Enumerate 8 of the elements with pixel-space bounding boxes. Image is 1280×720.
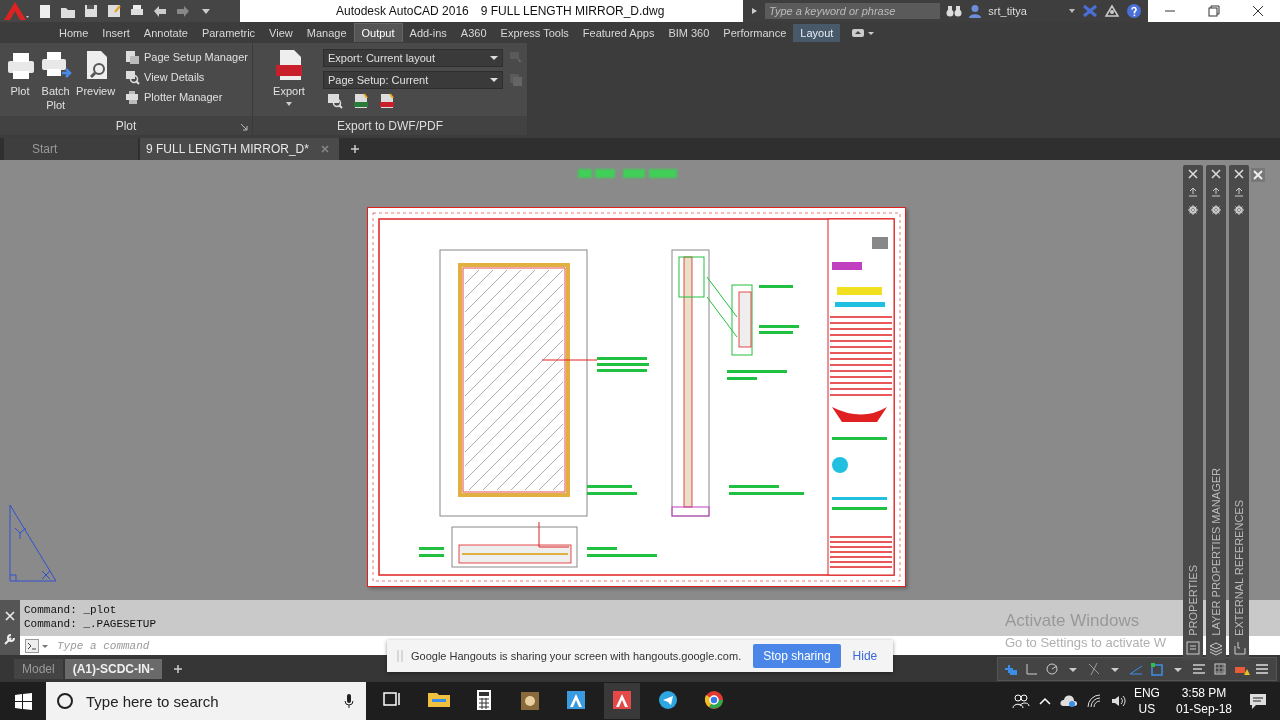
panel-title: Export to DWF/PDF	[337, 118, 443, 133]
panel-title: Plot	[115, 118, 137, 133]
command-history-line: Command: _.PAGESETUP	[24, 617, 157, 631]
activation-message: Go to Settings to activate W	[1005, 635, 1167, 650]
command-history-line: Command: _plot	[24, 603, 117, 617]
sharing-message: Google Hangouts is sharing your screen with hangouts.google.com.	[411, 650, 742, 662]
window-title: Autodesk AutoCAD 2016	[336, 4, 469, 18]
file-name: 9 FULL LENGTH MIRROR_D.dwg	[480, 4, 665, 18]
